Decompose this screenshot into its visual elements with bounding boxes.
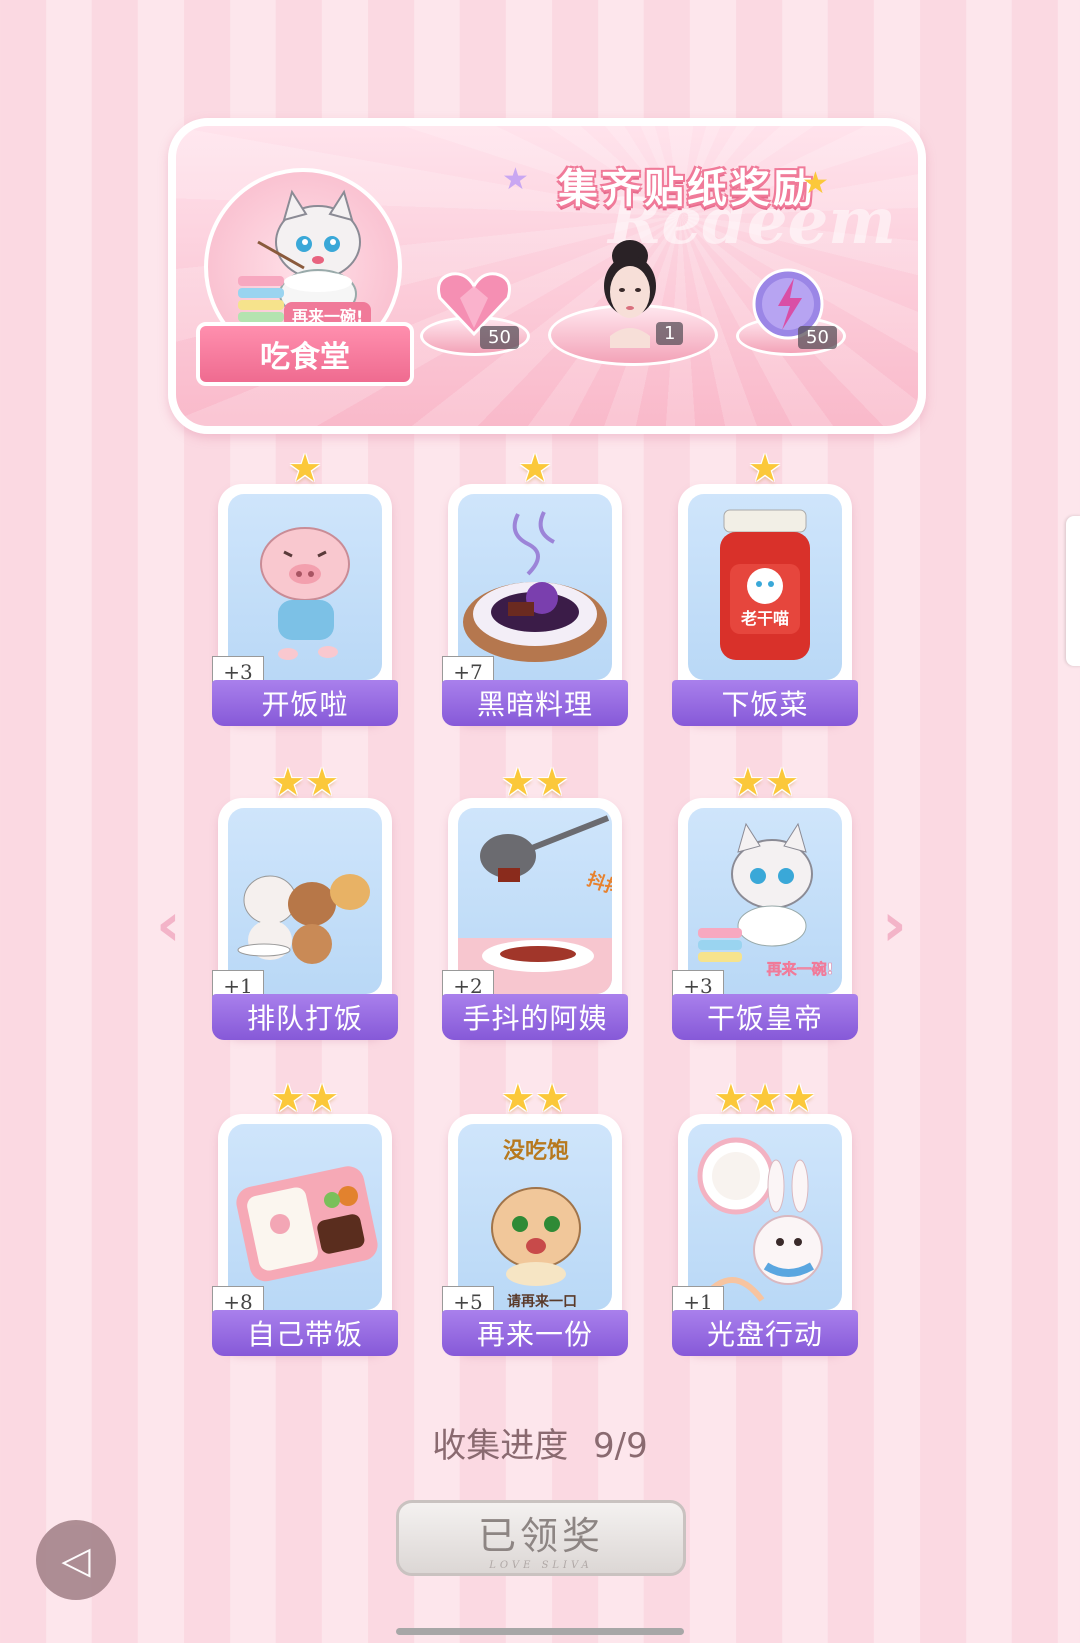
reward-count: 50 (480, 326, 519, 349)
sticker-label: 开饭啦 (212, 680, 398, 726)
star-deco-icon: ★ (502, 162, 529, 197)
sticker-card[interactable]: ★ +7 黑暗料理 (442, 448, 628, 726)
prev-page-arrow[interactable]: ‹ (156, 890, 181, 960)
rarity-stars-icon: ★ (747, 446, 783, 490)
bunny-plate-icon (688, 1124, 842, 1310)
next-page-arrow[interactable]: › (882, 890, 907, 960)
sticker-label: 干饭皇帝 (672, 994, 858, 1040)
sticker-card[interactable]: ★★ +1 排队打饭 (212, 762, 398, 1040)
back-button[interactable]: ◁ (36, 1520, 116, 1600)
svg-text:没吃饱: 没吃饱 (503, 1138, 569, 1164)
rarity-stars-icon: ★★ (270, 1076, 340, 1120)
sticker-card[interactable]: ★★★ +1 光盘行动 (672, 1078, 858, 1356)
reward-count: 50 (798, 326, 837, 349)
rarity-stars-icon: ★★ (500, 1076, 570, 1120)
cat-eating-icon: 再来一碗! (688, 808, 842, 994)
hamster-hungry-icon: 没吃饱请再来一口 (458, 1124, 612, 1310)
reward-count: 1 (656, 322, 684, 345)
rarity-stars-icon: ★★★ (713, 1076, 817, 1120)
home-indicator[interactable] (396, 1628, 684, 1635)
claimed-button[interactable]: 已领奖 LOVE SLIVA (396, 1500, 686, 1576)
svg-text:老干喵: 老干喵 (740, 609, 789, 628)
rarity-stars-icon: ★★ (270, 760, 340, 804)
sticker-label: 下饭菜 (672, 680, 858, 726)
sticker-card[interactable]: ★★ 没吃饱 请再来一口 +5 再来一份 (442, 1078, 628, 1356)
rarity-stars-icon: ★ (287, 446, 323, 490)
ladle-shake-icon: 抖抖抖! (458, 808, 612, 994)
side-drawer-tab[interactable] (1066, 516, 1080, 666)
sticker-card[interactable]: ★ +3 开饭啦 (212, 448, 398, 726)
svg-text:请再来一口: 请再来一口 (507, 1293, 577, 1310)
chili-jar-icon: 老干喵 (688, 494, 842, 680)
sticker-label: 黑暗料理 (442, 680, 628, 726)
sticker-card[interactable]: ★★ 抖抖抖! +2 手抖的阿姨 (442, 762, 628, 1040)
rarity-stars-icon: ★★ (730, 760, 800, 804)
rarity-stars-icon: ★ (517, 446, 553, 490)
star-deco-icon: ★ (802, 166, 829, 201)
sticker-set-name: 吃食堂 (196, 322, 414, 386)
sticker-label: 光盘行动 (672, 1310, 858, 1356)
sticker-card[interactable]: ★ 老干喵下饭菜 (672, 448, 858, 726)
animals-queue-icon (228, 808, 382, 994)
sticker-card[interactable]: ★★ 再来一碗! +3 干饭皇帝 (672, 762, 858, 1040)
collection-progress: 收集进度 9/9 (0, 1418, 1080, 1467)
sticker-label: 手抖的阿姨 (442, 994, 628, 1040)
back-arrow-icon: ◁ (61, 1538, 91, 1582)
sticker-label: 再来一份 (442, 1310, 628, 1356)
progress-label: 收集进度 (432, 1426, 569, 1466)
pig-running-icon (228, 494, 382, 680)
claimed-label: 已领奖 (477, 1514, 604, 1558)
banner-title: 集齐贴纸奖励 (558, 166, 816, 212)
sticker-label: 自己带饭 (212, 1310, 398, 1356)
sticker-card[interactable]: ★★ +8 自己带饭 (212, 1078, 398, 1356)
svg-text:再来一碗!: 再来一碗! (767, 960, 834, 978)
svg-text:抖抖抖!: 抖抖抖! (584, 868, 612, 910)
dark-dish-icon (458, 494, 612, 680)
sticker-label: 排队打饭 (212, 994, 398, 1040)
bento-box-icon (228, 1124, 382, 1310)
rarity-stars-icon: ★★ (500, 760, 570, 804)
progress-value: 9/9 (593, 1426, 648, 1466)
claimed-sub: LOVE SLIVA (489, 1560, 593, 1571)
reward-banner: Redeem ★ 集齐贴纸奖励 ★ 再来一碗! 吃食堂 50 1 50 (168, 118, 926, 434)
